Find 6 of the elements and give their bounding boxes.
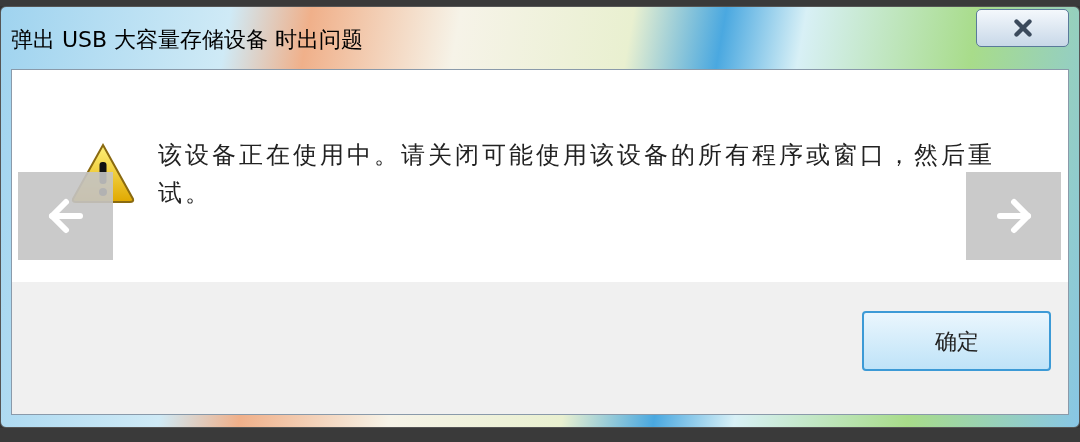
next-button[interactable] (966, 172, 1061, 260)
message-text: 该设备正在使用中。请关闭可能使用该设备的所有程序或窗口，然后重试。 (158, 140, 996, 209)
window-title: 弹出 USB 大容量存储设备 时出问题 (11, 29, 364, 51)
close-button[interactable] (976, 9, 1069, 47)
ok-button[interactable]: 确定 (862, 311, 1051, 371)
previous-button[interactable] (18, 172, 113, 260)
